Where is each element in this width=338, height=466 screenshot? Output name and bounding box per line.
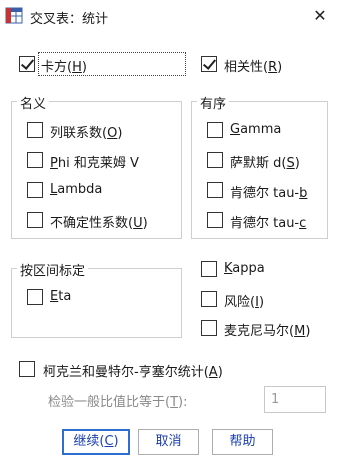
ordinal-title: 有序: [197, 93, 230, 112]
kendall-tau-c-checkbox[interactable]: [207, 212, 223, 228]
focus-rect: [38, 52, 186, 76]
risk-checkbox[interactable]: [201, 291, 217, 307]
phi-cramer-label: Phi 和克莱姆 V: [50, 156, 139, 171]
kappa-checkbox[interactable]: [201, 261, 217, 277]
phi-cramer-checkbox[interactable]: [27, 152, 43, 168]
uncertainty-coefficient-checkbox[interactable]: [27, 212, 43, 228]
contingency-coefficient-label: 列联系数(O): [50, 126, 123, 141]
mcnemar-label: 麦克尼马尔(M): [224, 324, 311, 339]
eta-label: Eta: [50, 289, 72, 304]
test-ratio-input[interactable]: [264, 386, 326, 413]
title-bar: 交叉表：统计 ✕: [0, 0, 338, 32]
correlations-checkbox[interactable]: [201, 56, 217, 72]
help-button[interactable]: 帮助: [212, 429, 273, 455]
mcnemar-checkbox[interactable]: [201, 320, 217, 336]
correlations-label: 相关性(R): [224, 60, 283, 75]
kendall-tau-c-label: 肯德尔 tau-c: [230, 216, 307, 231]
uncertainty-coefficient-label: 不确定性系数(U): [50, 216, 148, 231]
close-icon[interactable]: ✕: [310, 6, 330, 26]
interval-title: 按区间标定: [17, 260, 89, 279]
test-ratio-label: 检验一般比值比等于(T):: [48, 395, 188, 410]
contingency-coefficient-checkbox[interactable]: [27, 122, 43, 138]
cancel-button[interactable]: 取消: [138, 429, 199, 455]
cmh-label: 柯克兰和曼特尔-亨塞尔统计(A): [43, 365, 223, 380]
nominal-title: 名义: [17, 93, 50, 112]
lambda-checkbox[interactable]: [27, 182, 43, 198]
cmh-checkbox[interactable]: [19, 361, 35, 377]
lambda-label: Lambda: [50, 182, 103, 197]
window-title: 交叉表：统计: [30, 12, 109, 27]
app-icon: [5, 7, 23, 24]
chisquare-checkbox[interactable]: [19, 56, 35, 72]
somers-d-label: 萨默斯 d(S): [230, 156, 300, 171]
gamma-checkbox[interactable]: [207, 122, 223, 138]
risk-label: 风险(I): [224, 295, 265, 310]
kappa-label: Kappa: [224, 261, 265, 276]
eta-checkbox[interactable]: [27, 289, 43, 305]
kendall-tau-b-checkbox[interactable]: [207, 182, 223, 198]
kendall-tau-b-label: 肯德尔 tau-b: [230, 186, 308, 201]
somers-d-checkbox[interactable]: [207, 152, 223, 168]
gamma-label: Gamma: [230, 122, 282, 137]
continue-button[interactable]: 继续(C): [62, 429, 130, 455]
